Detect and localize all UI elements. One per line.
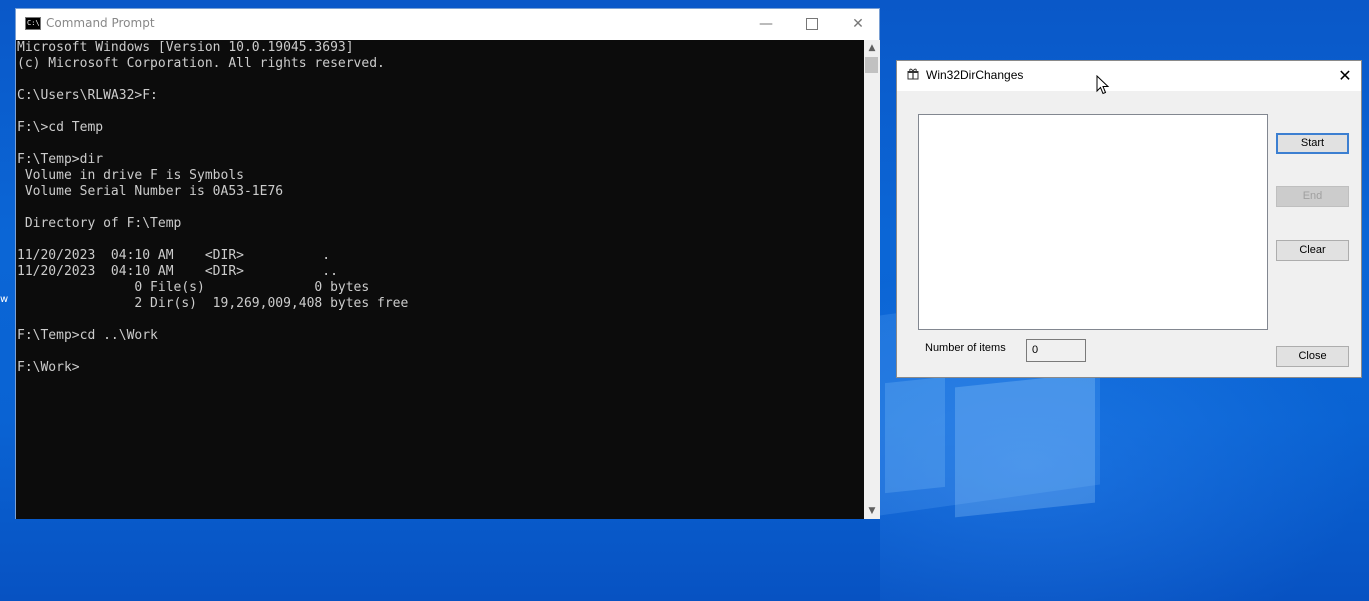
dialog-title: Win32DirChanges: [926, 68, 1024, 82]
scroll-down-arrow-icon[interactable]: ▼: [864, 503, 880, 519]
title-bar[interactable]: C:\ Command Prompt — ✕: [16, 9, 879, 40]
console-line: Volume in drive F is Symbols: [17, 168, 244, 183]
console-app-icon: C:\: [25, 17, 41, 30]
desktop-logo-panel: [885, 376, 945, 494]
dialog-close-icon[interactable]: ✕: [1332, 64, 1358, 88]
console-line: C:\Users\RLWA32>F:: [17, 88, 158, 103]
app-gift-icon: [907, 68, 919, 80]
console-line: Volume Serial Number is 0A53-1E76: [17, 184, 284, 199]
vertical-scrollbar[interactable]: ▲ ▼: [864, 40, 880, 519]
close-button[interactable]: Close: [1276, 346, 1349, 367]
maximize-button[interactable]: [789, 9, 835, 39]
console-line: 0 File(s) 0 bytes: [17, 280, 370, 295]
close-button[interactable]: ✕: [835, 9, 881, 39]
win32dirchanges-dialog[interactable]: Win32DirChanges ✕ Start End Clear Number…: [896, 60, 1362, 378]
dialog-title-bar[interactable]: Win32DirChanges ✕: [897, 61, 1361, 91]
console-line: Directory of F:\Temp: [17, 216, 182, 231]
number-of-items-label: Number of items: [925, 342, 1006, 354]
scroll-up-arrow-icon[interactable]: ▲: [864, 40, 880, 56]
minimize-button[interactable]: —: [743, 9, 789, 39]
mouse-pointer-icon: [1096, 75, 1110, 95]
console-line: Microsoft Windows [Version 10.0.19045.36…: [17, 40, 354, 55]
clear-button[interactable]: Clear: [1276, 240, 1349, 261]
console-line: F:\Work>: [17, 360, 80, 375]
scroll-thumb[interactable]: [865, 57, 878, 73]
console-line: 2 Dir(s) 19,269,009,408 bytes free: [17, 296, 409, 311]
number-of-items-field[interactable]: 0: [1026, 339, 1086, 362]
changes-listbox[interactable]: [918, 114, 1268, 330]
console-line: (c) Microsoft Corporation. All rights re…: [17, 56, 385, 71]
console-line: F:\>cd Temp: [17, 120, 104, 135]
console-line: 11/20/2023 04:10 AM <DIR> .: [17, 248, 331, 263]
command-prompt-window[interactable]: C:\ Command Prompt — ✕ Microsoft Windows…: [15, 8, 880, 519]
maximize-icon: [806, 18, 818, 30]
end-button[interactable]: End: [1276, 186, 1349, 207]
window-title: Command Prompt: [46, 16, 155, 30]
console-output[interactable]: Microsoft Windows [Version 10.0.19045.36…: [16, 40, 864, 519]
console-line: 11/20/2023 04:10 AM <DIR> ..: [17, 264, 338, 279]
desktop-icon-label-fragment: w: [0, 294, 9, 305]
start-button[interactable]: Start: [1276, 133, 1349, 154]
console-line: F:\Temp>dir: [17, 152, 104, 167]
console-line: F:\Temp>cd ..\Work: [17, 328, 158, 343]
desktop-logo-panel: [955, 372, 1095, 518]
